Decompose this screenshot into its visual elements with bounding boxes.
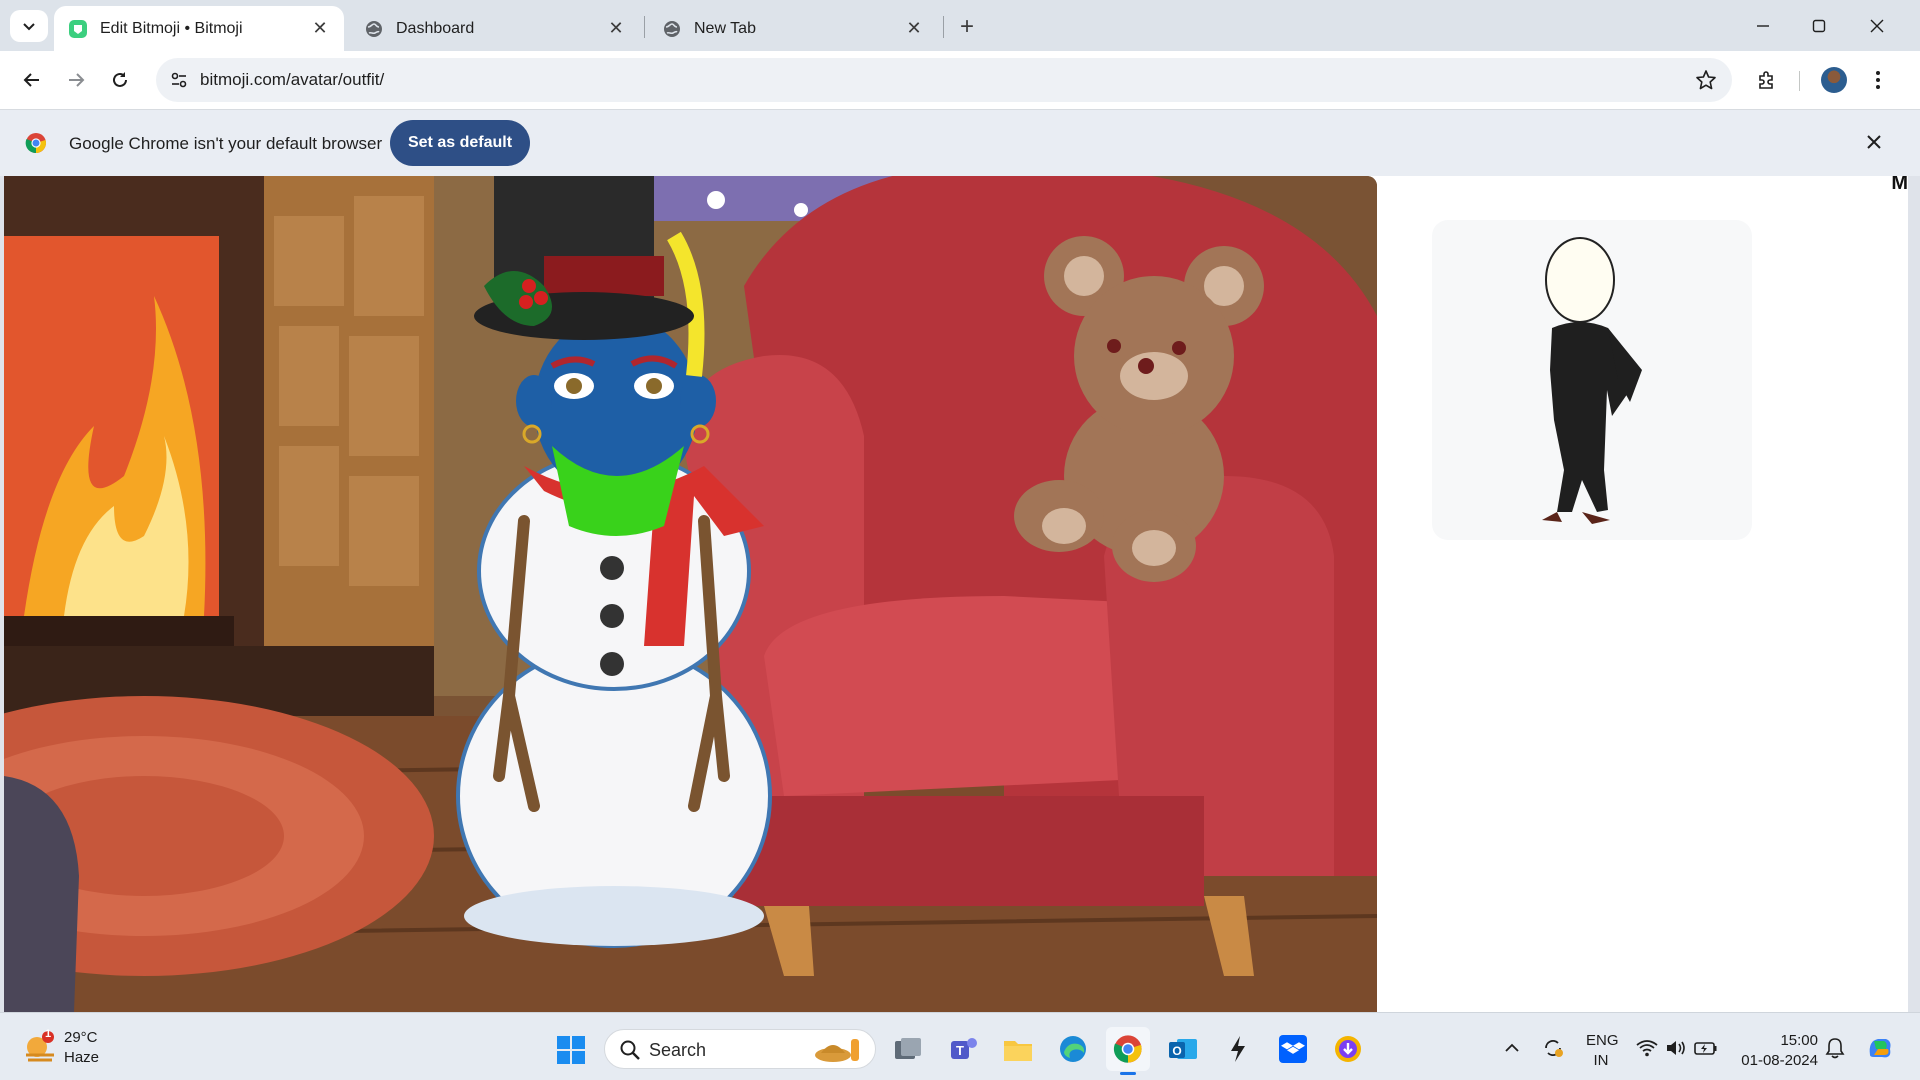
edge-icon[interactable] [1051,1027,1095,1071]
windows-taskbar: 1 29°C Haze Search T O ENG IN 15:00 01-0… [0,1012,1920,1080]
weather-temp: 29°C [64,1029,98,1046]
close-icon[interactable]: ✕ [606,18,626,39]
address-bar[interactable]: bitmoji.com/avatar/outfit/ [156,58,1732,102]
new-tab-button[interactable]: + [952,12,982,42]
bitmoji-icon [68,19,88,39]
battery-icon[interactable] [1693,1027,1719,1069]
outfit-preview-figure [1542,237,1642,524]
tab-title: Dashboard [396,19,475,37]
clock-time: 15:00 [1780,1032,1818,1049]
maximize-button[interactable] [1791,8,1847,44]
reload-button[interactable] [104,64,136,96]
reload-icon [113,72,127,87]
taskbar-search[interactable]: Search [604,1029,876,1069]
maximize-icon [1812,19,1826,33]
volume-icon[interactable] [1663,1027,1689,1069]
start-button[interactable] [556,1035,586,1065]
search-highlight-icon [815,1039,859,1062]
close-window-button[interactable] [1849,8,1905,44]
search-label: Search [649,1040,707,1060]
file-explorer-icon[interactable] [996,1027,1040,1071]
minimize-icon [1757,25,1769,27]
svg-text:T: T [956,1043,964,1058]
url-host: bitmoji.com [200,70,286,89]
weather-widget[interactable]: 1 29°C Haze [22,1027,112,1069]
default-browser-infobar: Google Chrome isn't your default browser… [0,109,1920,176]
forward-button[interactable] [60,64,92,96]
dropbox-icon[interactable] [1271,1027,1315,1071]
tab-dashboard[interactable]: Dashboard ✕ [350,6,640,51]
task-view-icon[interactable] [886,1027,930,1071]
more-menu-icon[interactable] [1862,64,1894,96]
chrome-logo-icon [25,132,47,154]
outfit-card[interactable] [1432,220,1752,540]
chevron-down-icon [23,23,35,31]
copilot-icon[interactable] [1862,1027,1898,1069]
sync-icon[interactable] [1538,1027,1568,1069]
show-hidden-icons-chevron-icon[interactable] [1500,1027,1524,1069]
windows-logo-icon [557,1036,585,1064]
page-content: M [4,176,1908,1012]
language-code: ENG [1586,1032,1619,1049]
avatar-scene [4,176,1377,1012]
bookmark-star-icon[interactable] [1694,68,1718,92]
site-info-icon[interactable] [164,65,194,95]
search-icon [620,1040,640,1060]
wifi-icon[interactable] [1634,1027,1660,1069]
outlook-icon[interactable]: O [1161,1027,1205,1071]
vpn-app-icon[interactable] [1326,1027,1370,1071]
region-code: IN [1593,1052,1609,1069]
tab-search-button[interactable] [10,10,48,42]
svg-text:O: O [1172,1044,1181,1058]
lightning-app-icon[interactable] [1216,1027,1260,1071]
weather-badge: 1 [45,1028,52,1040]
arrow-right-icon [69,73,85,87]
url-text: bitmoji.com/avatar/outfit/ [200,70,384,90]
browser-toolbar: bitmoji.com/avatar/outfit/ [0,51,1920,109]
tab-separator [644,16,645,38]
chrome-taskbar-icon[interactable] [1106,1027,1150,1075]
extensions-icon[interactable] [1751,64,1783,96]
language-indicator[interactable]: ENG IN [1586,1031,1619,1071]
toolbar-separator [1799,71,1800,91]
weather-condition: Haze [64,1049,100,1066]
close-icon[interactable]: ✕ [310,18,330,39]
tab-title: New Tab [694,19,756,37]
teams-icon[interactable]: T [941,1027,985,1071]
url-path: /avatar/outfit/ [285,70,385,89]
globe-icon [364,19,384,39]
back-button[interactable] [16,64,48,96]
tab-new-tab[interactable]: New Tab ✕ [648,6,938,51]
arrow-left-icon [23,73,39,87]
avatar [1821,67,1847,93]
close-icon [1870,19,1884,33]
set-as-default-button[interactable]: Set as default [390,120,530,166]
close-infobar-icon[interactable] [1862,130,1886,154]
tab-edit-bitmoji[interactable]: Edit Bitmoji • Bitmoji ✕ [54,6,344,51]
clock-date: 01-08-2024 [1741,1052,1818,1069]
close-icon[interactable]: ✕ [904,18,924,39]
window-edge [1908,176,1920,1012]
tab-strip: Edit Bitmoji • Bitmoji ✕ Dashboard ✕ New… [0,0,1920,51]
outfit-panel: M [1377,176,1908,1012]
panel-heading-cut: M [1891,176,1908,194]
weather-haze-icon [26,1031,54,1062]
infobar-message: Google Chrome isn't your default browser [69,134,383,153]
snowman-avatar-scene [4,176,1377,1012]
notification-bell-icon[interactable] [1822,1027,1848,1069]
tab-title: Edit Bitmoji • Bitmoji [100,19,243,37]
active-app-indicator [1120,1072,1136,1075]
taskbar-clock[interactable]: 15:00 01-08-2024 [1738,1031,1818,1071]
tab-separator [943,16,944,38]
profile-avatar[interactable] [1818,64,1850,96]
globe-icon [662,19,682,39]
minimize-button[interactable] [1735,8,1791,44]
